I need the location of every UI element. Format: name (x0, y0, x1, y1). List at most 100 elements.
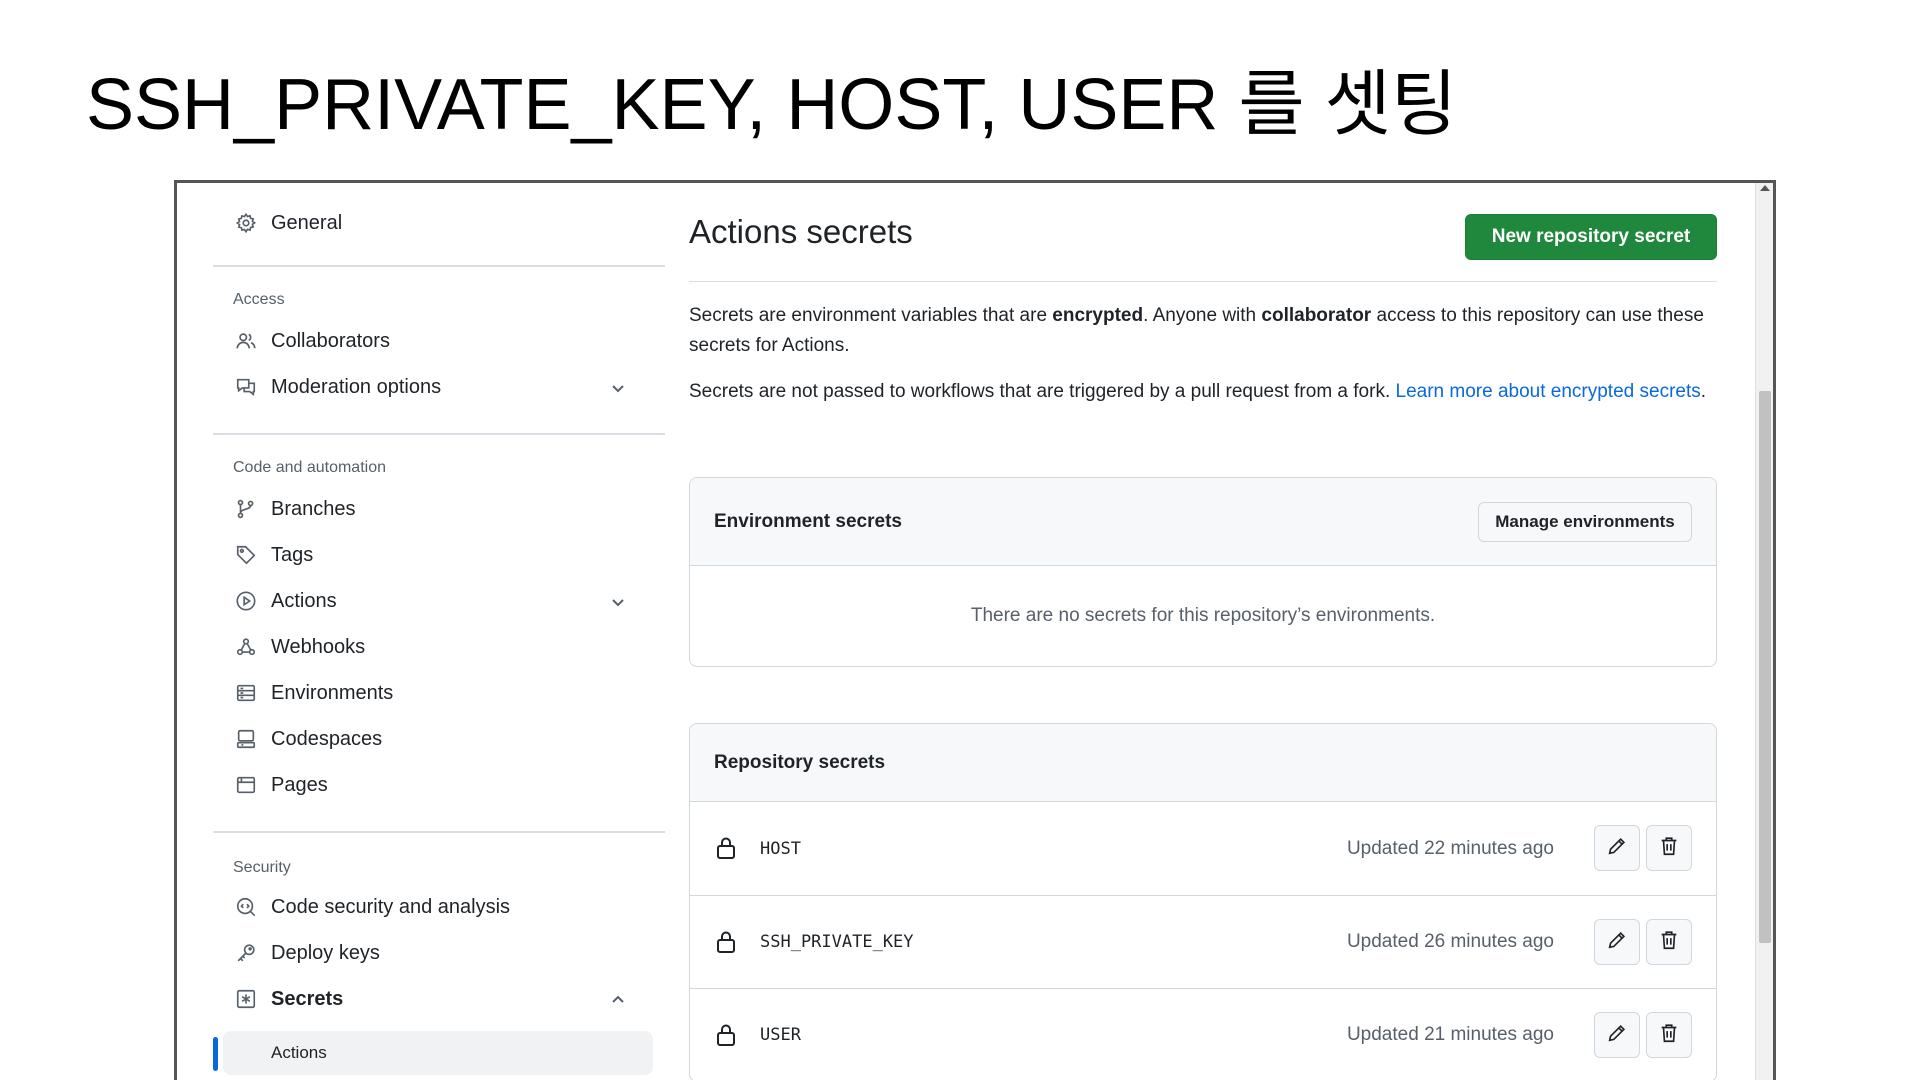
sidebar-divider (213, 831, 665, 833)
intro-bold-collaborator: collaborator (1261, 305, 1372, 326)
sidebar-item-label: Moderation options (271, 375, 442, 398)
key-asterisk-icon (233, 986, 259, 1012)
section-label-code-automation: Code and automation (233, 459, 386, 476)
pencil-icon (1606, 835, 1628, 862)
secret-row: USER Updated 21 minutes ago (690, 988, 1716, 1080)
intro-text: Secrets are environment variables that a… (689, 305, 1053, 326)
sidebar-item-deploy-keys[interactable]: Deploy keys (213, 933, 653, 973)
people-icon (233, 328, 259, 354)
sidebar-item-label: Secrets (271, 987, 344, 1010)
sidebar-item-label: General (271, 211, 343, 234)
sidebar-item-label: Code security and analysis (271, 895, 511, 918)
secret-list: HOST Updated 22 minutes ago SSH_PRIVATE_… (690, 802, 1716, 1080)
delete-secret-button[interactable] (1646, 825, 1692, 871)
sidebar-item-pages[interactable]: Pages (213, 765, 653, 805)
pencil-icon (1606, 929, 1628, 956)
learn-more-link[interactable]: Learn more about encrypted secrets (1396, 381, 1701, 402)
scrollbar-thumb[interactable] (1759, 391, 1771, 943)
fork-note-text: . (1700, 381, 1707, 402)
chevron-up-icon (609, 991, 627, 1009)
sidebar-item-label: Environments (271, 681, 394, 704)
trash-icon (1658, 835, 1680, 862)
environment-secrets-box: Environment secrets Manage environments … (689, 477, 1717, 667)
slide-title: SSH_PRIVATE_KEY, HOST, USER 를 셋팅 (86, 65, 1458, 145)
settings-sidebar: General Access Collaborators Moderation … (213, 183, 665, 1080)
new-repository-secret-button[interactable]: New repository secret (1465, 214, 1717, 260)
intro-bold-encrypted: encrypted (1052, 305, 1144, 326)
secret-name: USER (760, 1025, 801, 1045)
sidebar-item-branches[interactable]: Branches (213, 489, 653, 529)
fork-note-text: Secrets are not passed to workflows that… (689, 381, 1396, 402)
delete-secret-button[interactable] (1646, 919, 1692, 965)
page-title: Actions secrets (689, 213, 913, 250)
trash-icon (1658, 1022, 1680, 1049)
sidebar-item-label: Branches (271, 497, 356, 520)
active-item-marker (213, 1037, 218, 1071)
browser-icon (233, 772, 259, 798)
vertical-scrollbar[interactable] (1755, 183, 1773, 1080)
lock-icon (714, 835, 738, 861)
manage-environments-button[interactable]: Manage environments (1478, 502, 1692, 542)
repository-secrets-title: Repository secrets (714, 751, 886, 773)
section-label-access: Access (233, 291, 285, 308)
intro-paragraph: Secrets are environment variables that a… (689, 301, 1717, 361)
secret-updated-time: Updated 21 minutes ago (1346, 1024, 1554, 1045)
lock-icon (714, 1022, 738, 1048)
sidebar-item-codespaces[interactable]: Codespaces (213, 719, 653, 759)
lock-icon (714, 929, 738, 955)
sidebar-item-label: Webhooks (271, 635, 366, 658)
gear-icon (233, 210, 259, 236)
intro-text: . Anyone with (1143, 305, 1262, 326)
chevron-down-icon (609, 593, 627, 611)
section-label-security: Security (233, 859, 291, 876)
branch-icon (233, 496, 259, 522)
secret-name: HOST (760, 838, 801, 859)
webhook-icon (233, 634, 259, 660)
edit-secret-button[interactable] (1594, 1012, 1640, 1058)
sidebar-item-label: Collaborators (271, 329, 390, 352)
codescan-icon (233, 894, 259, 920)
edit-secret-button[interactable] (1594, 919, 1640, 965)
scroll-up-arrow-icon[interactable] (1760, 185, 1770, 191)
sidebar-subitem-actions[interactable]: Actions (223, 1031, 653, 1075)
secret-row: HOST Updated 22 minutes ago (690, 802, 1716, 895)
secret-updated-time: Updated 22 minutes ago (1346, 837, 1554, 859)
sidebar-item-collaborators[interactable]: Collaborators (213, 321, 653, 361)
sidebar-item-webhooks[interactable]: Webhooks (213, 627, 653, 667)
environment-secrets-empty: There are no secrets for this repository… (970, 605, 1436, 626)
secret-updated-time: Updated 26 minutes ago (1346, 931, 1554, 952)
edit-secret-button[interactable] (1594, 825, 1640, 871)
environment-secrets-title: Environment secrets (714, 510, 902, 532)
trash-icon (1658, 929, 1680, 956)
play-icon (233, 588, 259, 614)
sidebar-item-label: Actions (271, 589, 337, 612)
pencil-icon (1606, 1022, 1628, 1049)
browser-viewport: General Access Collaborators Moderation … (174, 180, 1776, 1080)
repository-secrets-box: Repository secrets HOST Updated 22 minut… (689, 723, 1717, 1080)
sidebar-item-label: Tags (271, 543, 314, 566)
fork-note-paragraph: Secrets are not passed to workflows that… (689, 377, 1717, 407)
server-icon (233, 680, 259, 706)
sidebar-item-actions[interactable]: Actions (213, 581, 653, 621)
repository-secrets-header: Repository secrets (690, 724, 1716, 802)
sidebar-divider (213, 265, 665, 267)
delete-secret-button[interactable] (1646, 1012, 1692, 1058)
sidebar-item-moderation[interactable]: Moderation options (213, 367, 653, 407)
sidebar-item-label: Codespaces (271, 727, 383, 750)
sidebar-item-secrets[interactable]: Secrets (213, 979, 653, 1019)
sidebar-item-general[interactable]: General (213, 203, 653, 243)
sidebar-item-label: Pages (271, 773, 328, 796)
tag-icon (233, 542, 259, 568)
sidebar-divider (213, 433, 665, 435)
comment-discussion-icon (233, 374, 259, 400)
codespaces-icon (233, 726, 259, 752)
sidebar-item-code-security[interactable]: Code security and analysis (213, 887, 653, 927)
secret-name: SSH_PRIVATE_KEY (760, 932, 914, 952)
environment-secrets-header: Environment secrets Manage environments (690, 478, 1716, 566)
title-divider (689, 281, 1717, 282)
secret-row: SSH_PRIVATE_KEY Updated 26 minutes ago (690, 895, 1716, 988)
key-icon (233, 940, 259, 966)
sidebar-item-label: Deploy keys (271, 941, 380, 964)
sidebar-item-tags[interactable]: Tags (213, 535, 653, 575)
sidebar-item-environments[interactable]: Environments (213, 673, 653, 713)
